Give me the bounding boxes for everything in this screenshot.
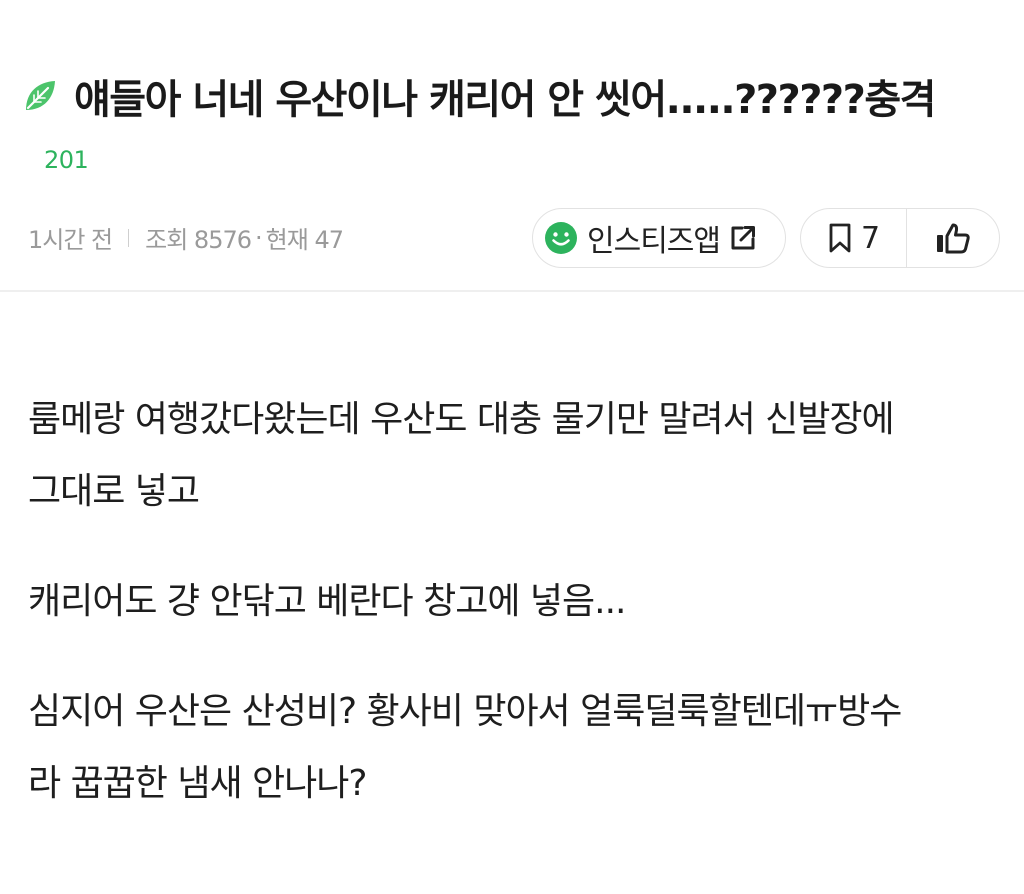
like-button[interactable] [907,209,999,267]
app-button-label: 인스티즈앱 [587,224,721,259]
text-line: 라 꿉꿉한 냄새 안나나? [28,763,368,804]
bookmark-count: 7 [860,220,881,256]
paragraph-3: 심지어 우산은 산성비? 황사비 맞아서 얼룩덜룩할텐데ㅠ방수 라 꿉꿉한 냄새… [28,676,998,820]
comment-count[interactable]: 201 [44,146,89,174]
current-viewers: 현재 47 [265,226,344,254]
header-divider [0,290,1024,292]
meta-dot: · [255,223,263,252]
bookmark-icon [829,223,851,253]
post-content: 룸메랑 여행갔다왔는데 우산도 대충 물기만 말려서 신발장에 그대로 넣고 캐… [28,384,998,820]
text-line: 그대로 넣고 [28,471,200,512]
text-line: 심지어 우산은 산성비? 황사비 맞아서 얼룩덜룩할텐데ㅠ방수 [28,691,902,732]
view-count: 조회 8576 [145,226,252,254]
paragraph-2: 캐리어도 걍 안닦고 베란다 창고에 넣음... [28,566,998,638]
leaf-icon [26,81,55,110]
paragraph-1: 룸메랑 여행갔다왔는데 우산도 대충 물기만 말려서 신발장에 그대로 넣고 [28,384,998,528]
post-header: 얘들아 너네 우산이나 캐리어 안 씻어.....??????충격 201 1시… [0,0,1024,290]
text-line: 캐리어도 걍 안닦고 베란다 창고에 넣음... [28,581,626,622]
smile-icon [545,222,577,254]
post-title-row: 얘들아 너네 우산이나 캐리어 안 씻어.....??????충격 [22,66,936,126]
instiz-app-button[interactable]: 인스티즈앱 [532,208,786,268]
bookmark-button[interactable]: 7 [801,209,907,267]
post-title: 얘들아 너네 우산이나 캐리어 안 씻어.....??????충격 [74,77,936,123]
post-time: 1시간 전 [28,226,113,254]
thumbs-up-icon [937,223,970,254]
post-action-group: 7 [800,208,1000,268]
post-meta: 1시간 전 조회 8576 · 현재 47 [28,220,344,255]
meta-divider [128,228,130,247]
text-line: 룸메랑 여행갔다왔는데 우산도 대충 물기만 말려서 신발장에 [28,399,895,440]
external-link-icon [731,226,755,250]
